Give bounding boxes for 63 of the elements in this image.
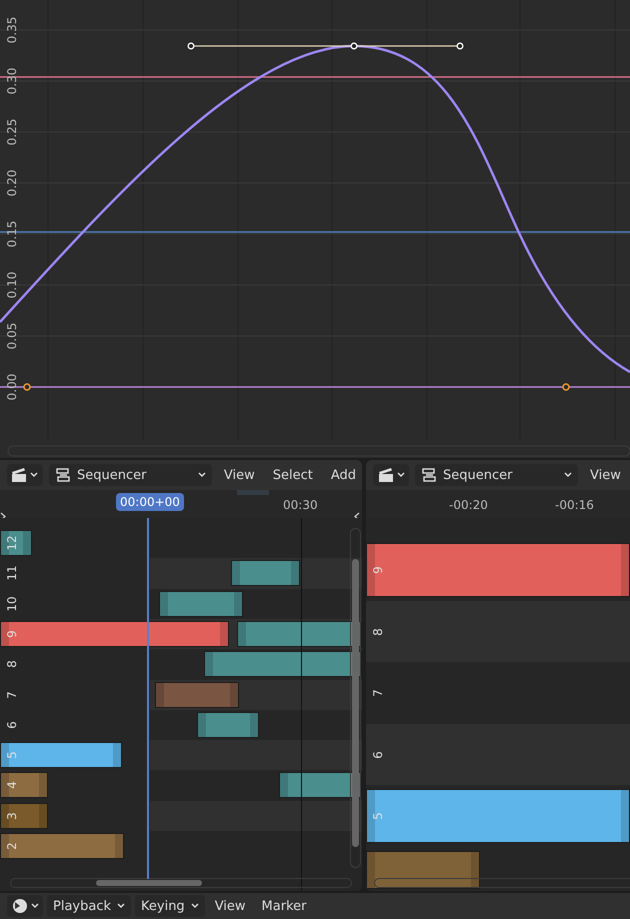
menu-item[interactable]: Select: [266, 464, 319, 486]
channel-number: 8: [5, 659, 19, 670]
scrollbar[interactable]: [350, 528, 361, 868]
keyframe[interactable]: [23, 383, 31, 391]
channel-number: 12: [5, 534, 19, 553]
channel-number: 4: [5, 780, 19, 792]
channel-number: 7: [5, 690, 19, 700]
clapperboard-icon: [378, 467, 394, 483]
menu-item[interactable]: View: [208, 895, 252, 917]
channel-number: 8: [371, 626, 385, 638]
scrollbar[interactable]: [8, 446, 630, 456]
menu-item[interactable]: Marker: [256, 895, 312, 917]
keyframe[interactable]: [562, 383, 570, 391]
ruler-marker: [237, 490, 269, 495]
axis-label: 0.30: [5, 66, 19, 96]
channel-number: 6: [5, 720, 19, 731]
sequence-strip[interactable]: [0, 530, 32, 556]
channel-number: 10: [5, 594, 19, 614]
axis-label: 0.20: [5, 168, 19, 198]
caret-icon: [190, 903, 199, 909]
time-label: -00:16: [555, 498, 594, 512]
channel-number: 5: [5, 750, 19, 761]
caret-icon: [117, 903, 126, 909]
axis-label: 0.05: [5, 322, 19, 352]
editor-dropdown[interactable]: Sequencer: [415, 464, 578, 486]
menu-item[interactable]: View: [218, 464, 261, 486]
channel-number: 9: [371, 565, 385, 576]
time-label: 00:30: [283, 498, 318, 512]
editor-type-button[interactable]: [7, 895, 43, 917]
time-label: -00:20: [449, 498, 488, 512]
channel-number: 2: [5, 841, 19, 852]
channel-number: 7: [371, 688, 385, 699]
editor-type-button[interactable]: [7, 464, 43, 486]
channel-number: 11: [5, 564, 19, 583]
axis-label: 0.35: [5, 16, 19, 46]
axis-label: 0.15: [5, 220, 19, 250]
axis-label: 0.10: [5, 270, 19, 300]
caret-icon: [198, 472, 206, 478]
sequencer-icon: [54, 467, 71, 483]
channel-number: 5: [371, 811, 385, 822]
menu-dropdown[interactable]: Playback: [47, 895, 132, 917]
menu-dropdown[interactable]: Keying: [135, 895, 205, 917]
sequence-strip[interactable]: [0, 742, 122, 768]
menu-item[interactable]: Add: [324, 464, 362, 486]
menu-item[interactable]: View: [584, 464, 627, 486]
bezier-handle[interactable]: [188, 42, 464, 50]
sequence-strip[interactable]: [366, 789, 630, 843]
editor-type-button[interactable]: [373, 464, 409, 486]
caret-icon: [564, 472, 572, 478]
channel-number: 9: [5, 629, 19, 640]
sequencer-icon: [421, 467, 437, 483]
caret-icon: [396, 472, 404, 478]
editor-dropdown[interactable]: Sequencer: [48, 464, 212, 486]
clapperboard-icon: [11, 467, 28, 483]
caret-icon: [30, 472, 38, 478]
channel-number: 3: [5, 810, 19, 822]
caret-icon: [30, 903, 38, 909]
scrollbar[interactable]: [374, 878, 630, 888]
playhead-label[interactable]: 00:00+00: [116, 493, 184, 511]
channel-number: 6: [371, 750, 385, 760]
axis-label: 0.00: [5, 372, 19, 402]
axis-label: 0.25: [5, 118, 19, 148]
scrollbar[interactable]: [10, 878, 352, 888]
